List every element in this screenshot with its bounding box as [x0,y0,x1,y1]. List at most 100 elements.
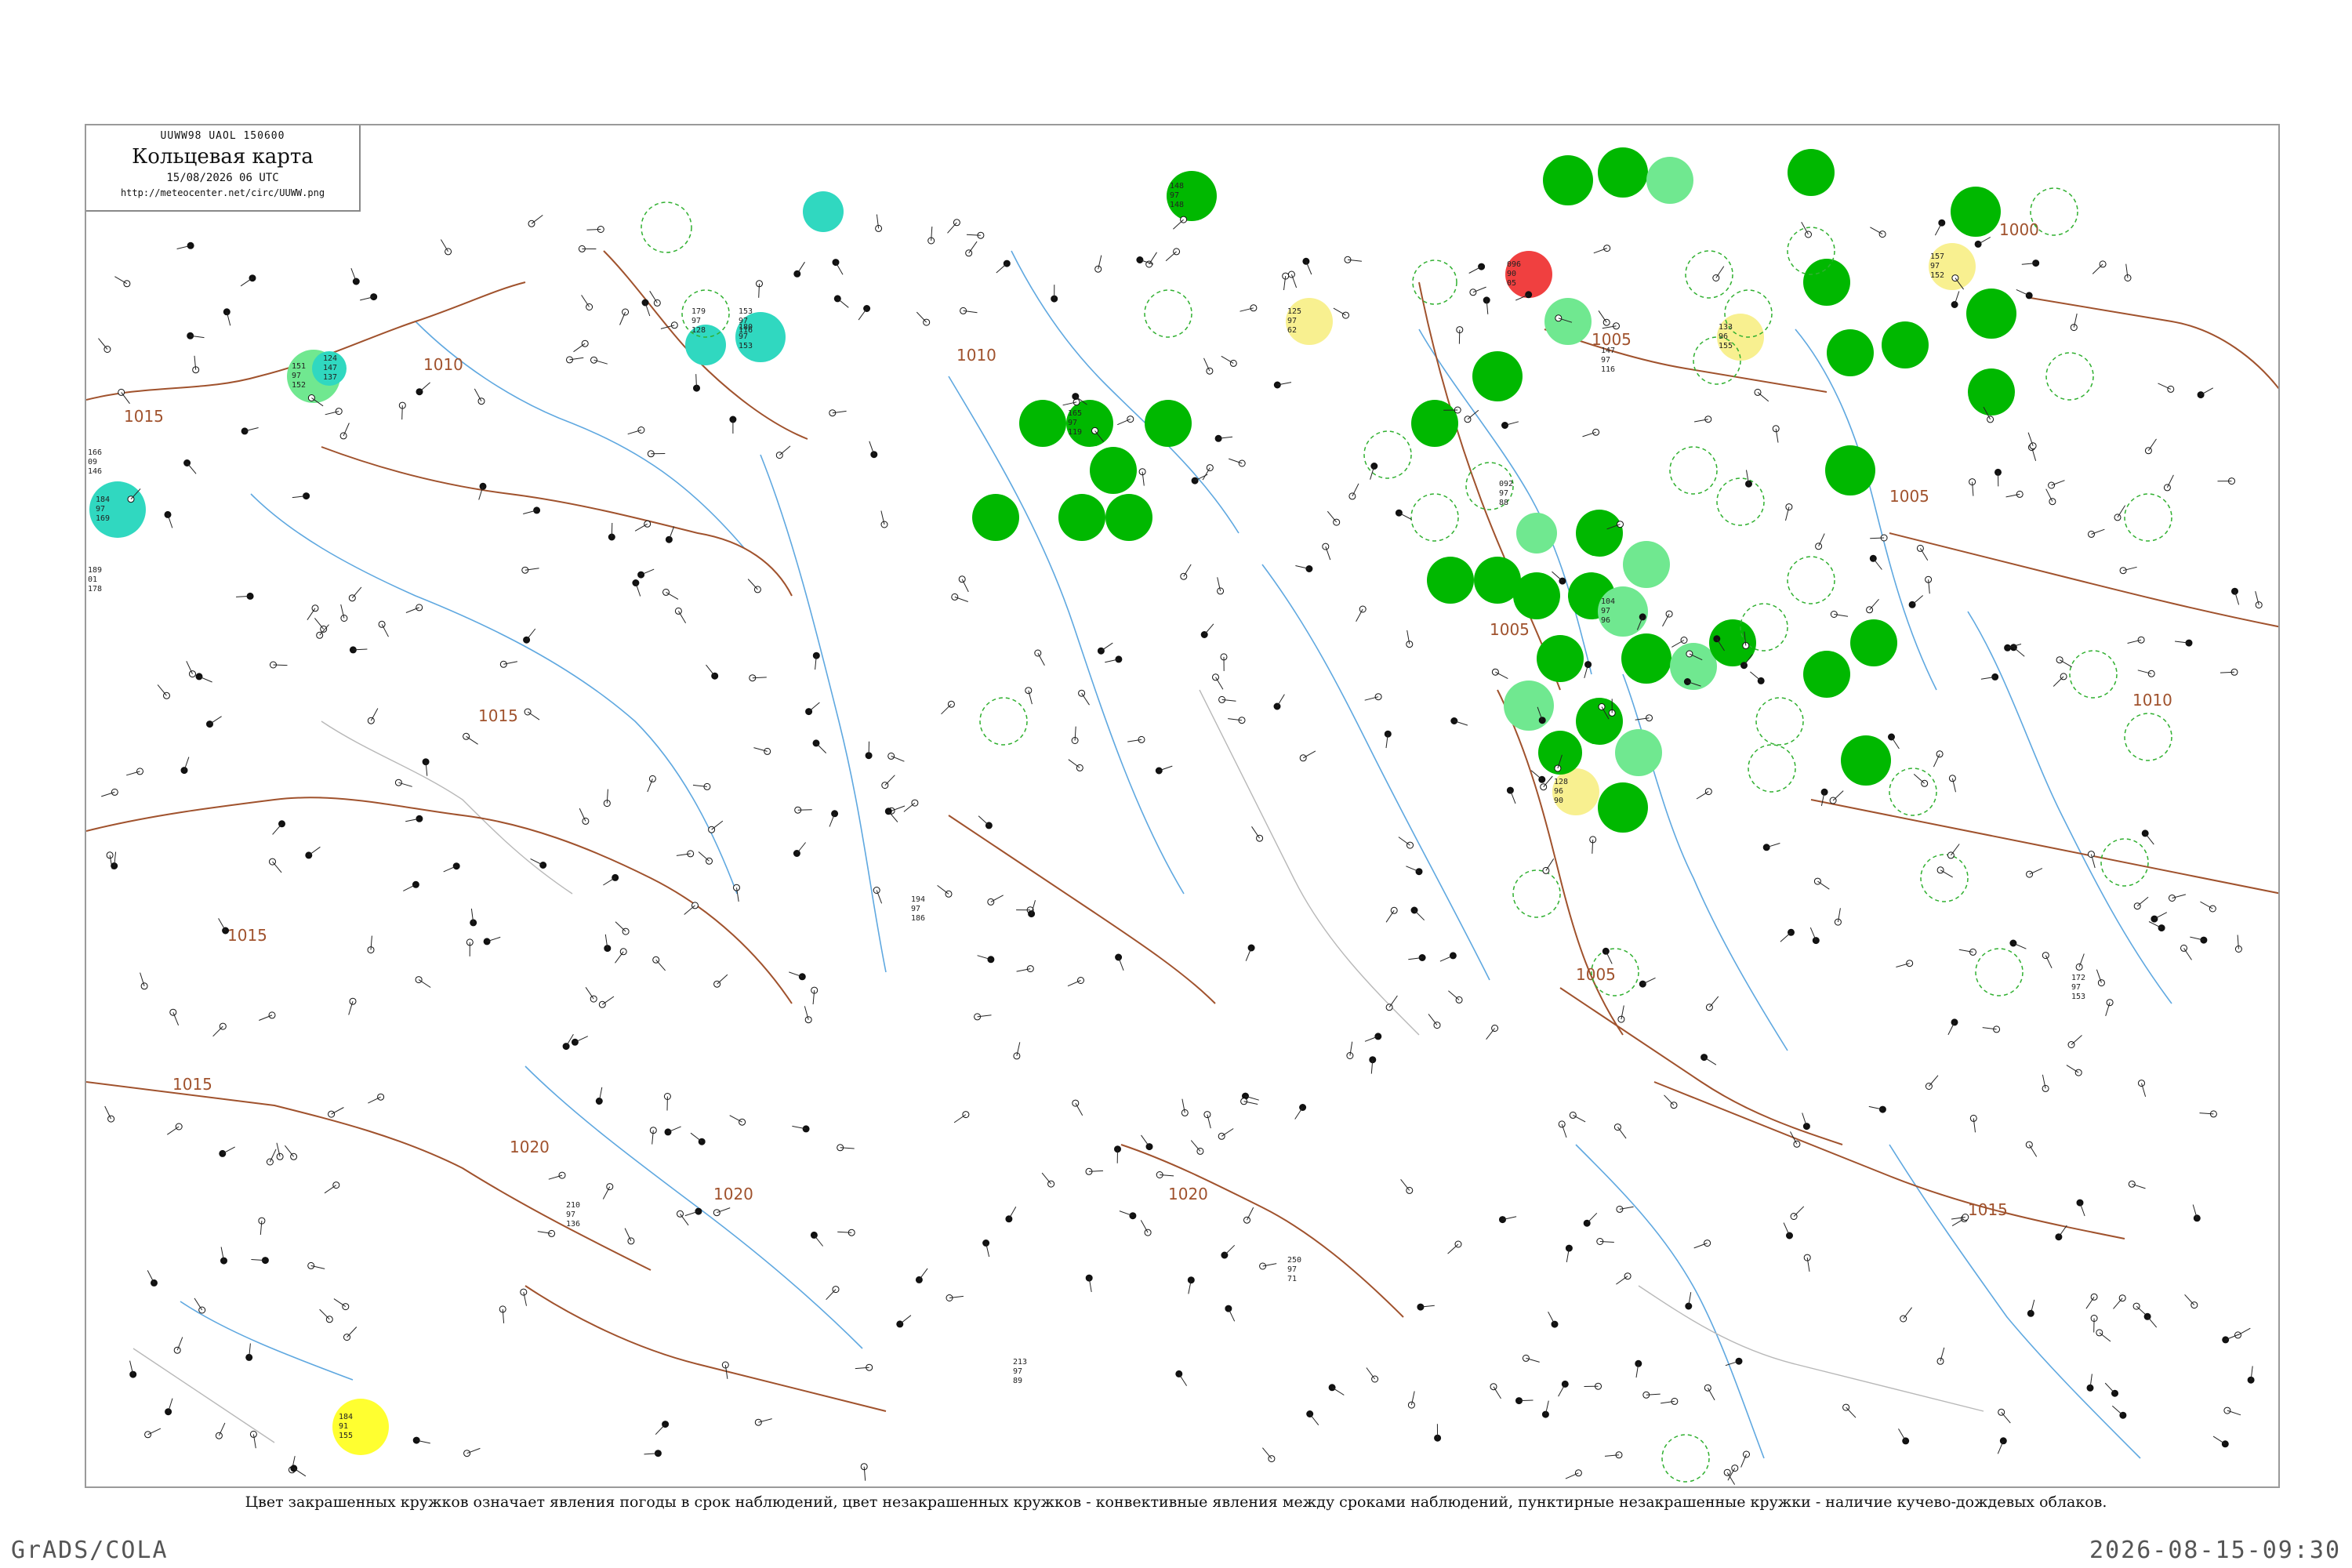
weather-circle [1543,155,1593,205]
station-value: 124 [323,354,337,363]
wind-barb [1486,1028,1495,1040]
wind-barb [319,1308,330,1320]
wind-barb [1041,1172,1051,1185]
isobar-label: 1015 [1968,1200,2008,1219]
wind-barb [440,239,449,252]
wind-barb [1448,990,1460,1000]
map-url[interactable]: http://meteocenter.net/circ/UUWW.png [86,187,359,198]
wind-barb [1598,310,1607,323]
wind-barb [98,338,108,350]
station-value: 05 [1507,279,1516,288]
weather-circle [972,494,1019,541]
wind-barb [209,716,222,725]
wind-barb [218,918,227,931]
wind-barb [1075,1102,1083,1116]
weather-circle [1646,157,1693,204]
station-value: 152 [292,381,306,390]
station-value: 189 [88,566,102,575]
wind-barb [1911,595,1924,605]
cb-circles [641,187,2172,1483]
wind-barb [1872,557,1882,570]
weather-circle [1825,445,1875,495]
wind-barb [2111,1405,2124,1416]
cb-circle [1661,1434,1710,1483]
wind-barb [858,308,868,321]
cb-circle [1512,869,1561,918]
wind-barb [308,846,321,856]
wind-barb [1414,909,1425,921]
station-value: 213 [1013,1358,1027,1367]
wind-barb [2154,912,2168,920]
wind-barb [1262,1447,1272,1459]
station-value: 137 [323,373,337,382]
wind-barb [666,591,679,600]
station-value: 97 [691,317,701,325]
isobar-label: 1005 [1490,620,1530,639]
wind-barb [655,1424,666,1436]
weather-circle [1621,633,1671,684]
wind-barb [466,735,478,745]
station-marker [219,1149,227,1157]
cb-circle [1787,556,1835,604]
wind-barb [1846,1406,1857,1418]
wind-barb [814,1235,823,1247]
wind-barb [1750,671,1762,681]
isobar-label: 1015 [172,1075,212,1094]
wind-barb [1869,598,1879,611]
wind-barb [1399,512,1412,520]
map-title: Кольцевая карта [132,145,314,169]
station-value: 166 [88,448,102,457]
wind-barb [1793,1206,1805,1217]
wind-barb [1545,858,1555,871]
wind-barb [2144,833,2154,845]
station-value: 165 [1068,409,1082,418]
wind-barb [2066,1065,2079,1073]
wind-barb [1468,266,1482,274]
weather-circle [1105,494,1152,541]
wind-barb [2147,438,2157,452]
weather-circle [1537,635,1584,682]
station-marker [1762,844,1770,851]
isobar-label: 1005 [1889,487,1929,506]
station-marker [1555,314,1563,322]
wind-barb [1276,694,1285,707]
wind-barb [1950,844,1960,856]
wind-barb [680,1214,689,1226]
cb-circle [1363,430,1412,479]
wind-barb [104,1105,112,1120]
wind-barb [602,1186,611,1200]
wind-barb [835,262,844,275]
wind-barb [147,1428,162,1436]
wind-barb [2166,474,2174,488]
wind-barb [401,405,403,420]
wind-barb [212,1025,223,1037]
station-marker [1206,464,1214,472]
wind-barb [1977,237,1991,245]
map-caption: Цвет закрашенных кружков означает явлени… [245,1494,2107,1511]
cb-circle [1685,250,1733,299]
station-value: 88 [1499,499,1508,507]
wind-barb [194,1298,203,1311]
weather-circle [1598,782,1648,833]
wind-barb [1008,1206,1017,1220]
wind-barb [779,445,791,456]
wind-barb [1818,533,1825,547]
weather-circle [1427,557,1474,604]
wind-barb [1780,931,1791,942]
wind-barb [717,974,728,985]
wind-barb [222,1146,235,1154]
bulletin-code: UUWW98 UAOL 150600 [160,130,285,142]
wind-barb [1224,1244,1236,1256]
station-marker [1785,503,1793,511]
station-value: 136 [566,1220,580,1229]
wind-barb [1333,307,1346,316]
wind-barb [186,661,193,674]
wind-barb [1247,1207,1254,1221]
weather-circle [1803,651,1850,698]
wind-barb [285,1145,294,1157]
station-value: 147 [323,364,337,372]
wind-barb [684,905,695,915]
weather-circle [1827,329,1874,376]
wind-barb [121,392,130,405]
wind-barb [1707,1387,1715,1401]
